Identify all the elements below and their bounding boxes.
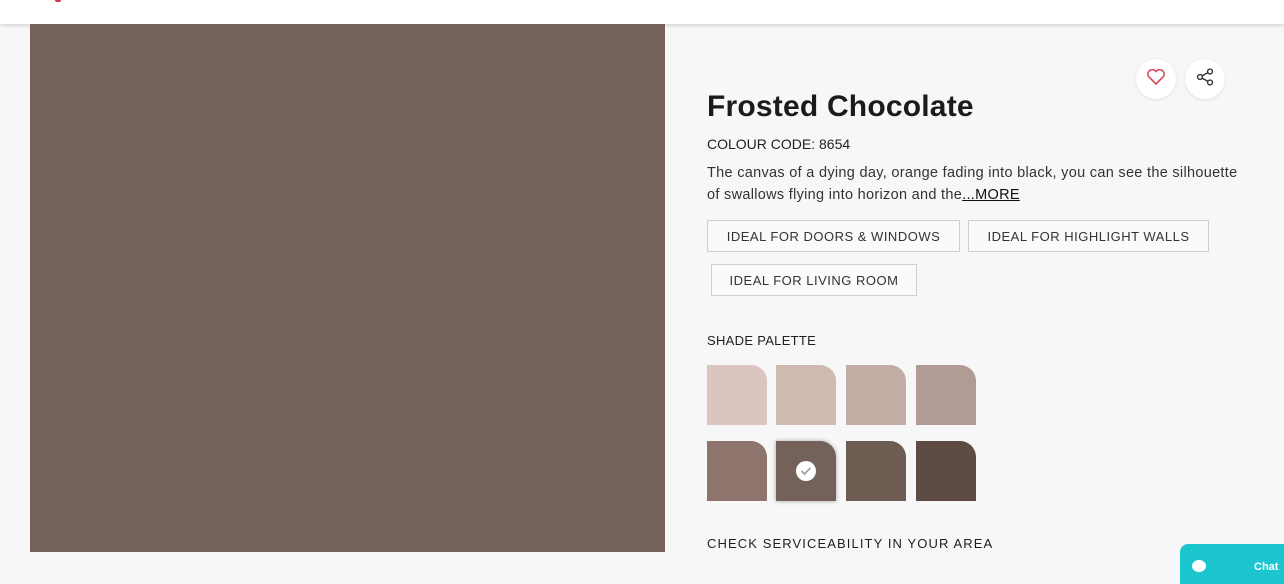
chat-bubble-icon (1192, 560, 1206, 572)
shade-swatch[interactable] (916, 365, 976, 425)
top-navigation-bar (0, 0, 1284, 24)
share-icon (1195, 67, 1215, 92)
shade-swatch[interactable] (846, 441, 906, 501)
tag-highlight-walls[interactable]: IDEAL FOR HIGHLIGHT WALLS (968, 220, 1209, 252)
tag-doors-windows[interactable]: IDEAL FOR DOORS & WINDOWS (707, 220, 960, 252)
shade-swatch[interactable] (916, 441, 976, 501)
chat-widget-button[interactable]: Chat (1180, 544, 1284, 584)
colour-code: COLOUR CODE: 8654 (707, 136, 851, 152)
tag-living-room[interactable]: IDEAL FOR LIVING ROOM (711, 264, 917, 296)
description-line-1: The canvas of a dying day, orange fading… (707, 165, 1238, 181)
chat-label: Chat (1254, 561, 1279, 573)
description-line-2: of swallows flying into horizon and the.… (707, 184, 1284, 206)
colour-description: The canvas of a dying day, orange fading… (707, 162, 1284, 206)
shade-swatch[interactable] (846, 365, 906, 425)
shade-swatch-selected[interactable] (776, 441, 836, 501)
brand-logo[interactable] (55, 0, 61, 2)
read-more-link[interactable]: ...MORE (962, 187, 1020, 203)
check-icon (796, 461, 816, 481)
shade-swatch[interactable] (776, 365, 836, 425)
heart-icon (1146, 68, 1166, 91)
colour-preview-swatch (30, 24, 665, 552)
shade-swatch[interactable] (707, 441, 767, 501)
shade-palette-label: SHADE PALETTE (707, 333, 817, 348)
check-serviceability-heading[interactable]: CHECK SERVICEABILITY IN YOUR AREA (707, 536, 993, 551)
share-button[interactable] (1185, 59, 1225, 99)
favorite-button[interactable] (1136, 59, 1176, 99)
description-line-2-text: of swallows flying into horizon and the (707, 187, 963, 203)
shade-swatch[interactable] (707, 365, 767, 425)
colour-name-title: Frosted Chocolate (707, 90, 974, 123)
